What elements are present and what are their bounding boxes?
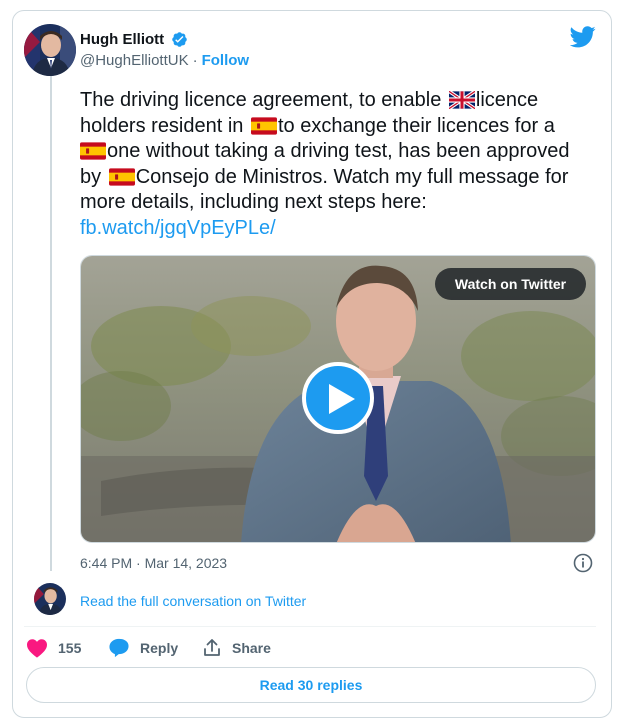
tweet-link[interactable]: fb.watch/jgqVpEyPLe/ [80, 217, 276, 239]
author-avatar[interactable] [24, 24, 76, 76]
verified-badge-icon [171, 31, 188, 48]
author-handle-row: @HughElliottUK · Follow [80, 52, 249, 69]
share-icon [204, 639, 220, 656]
heart-icon [27, 639, 47, 658]
thread-line [50, 76, 52, 571]
share-label: Share [232, 640, 271, 656]
like-count: 155 [58, 640, 82, 656]
tweet-text-segment: Consejo de Ministros. Watch my full mess… [135, 165, 569, 188]
author-handle[interactable]: @HughElliottUK [80, 52, 189, 69]
author-avatar-small[interactable] [34, 583, 66, 615]
read-full-conversation-link[interactable]: Read the full conversation on Twitter [80, 593, 306, 609]
reply-icon [109, 638, 129, 658]
like-button[interactable]: 155 [26, 637, 81, 659]
twitter-bird-icon[interactable] [569, 26, 596, 48]
reply-button[interactable]: Reply [108, 637, 178, 659]
tweet-text-segment: licence [475, 89, 539, 111]
uk-flag-icon [447, 89, 476, 111]
handle-separator: · [192, 52, 198, 69]
follow-button[interactable]: Follow [202, 52, 250, 69]
play-icon [329, 384, 355, 414]
watch-on-twitter-button[interactable]: Watch on Twitter [435, 268, 586, 300]
tweet-text-segment: more details, including next steps here: [80, 191, 427, 214]
tweet-text: The driving licence agreement, to enable… [80, 88, 600, 242]
reply-label: Reply [140, 640, 179, 656]
spain-flag-icon [80, 142, 106, 160]
tweet-text-segment: by [80, 165, 107, 188]
author-name[interactable]: Hugh Elliott [80, 31, 164, 48]
tweet-timestamp[interactable]: 6:44 PM · Mar 14, 2023 [80, 555, 227, 571]
tweet-text-segment: to exchange their licences for a [277, 114, 555, 137]
tweet-text-segment: holders resident in [80, 114, 249, 137]
info-icon[interactable] [573, 553, 593, 573]
tweet-text-segment: The driving licence agreement, to enable [80, 89, 447, 111]
divider [24, 626, 596, 627]
spain-flag-icon [108, 168, 135, 186]
share-button[interactable]: Share [202, 637, 271, 659]
play-button[interactable] [302, 362, 374, 434]
read-replies-button[interactable]: Read 30 replies [26, 667, 596, 703]
tweet-text-segment: one without taking a driving test, has b… [107, 140, 570, 163]
spain-flag-icon [250, 116, 277, 135]
